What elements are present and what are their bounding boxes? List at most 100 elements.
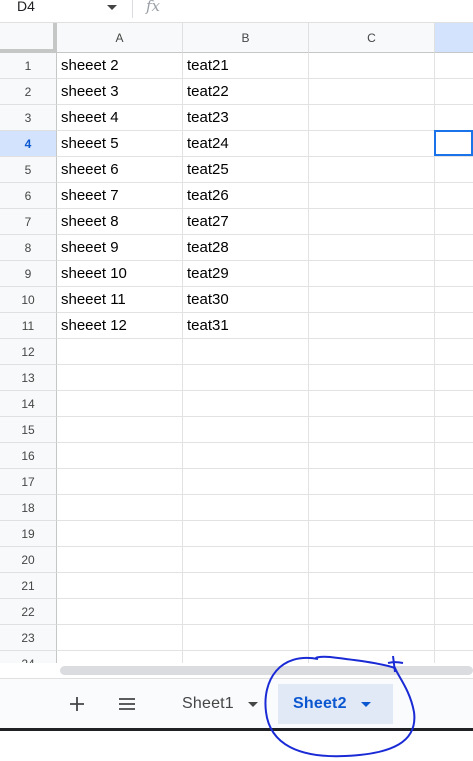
grid-cell[interactable] [183, 391, 309, 417]
grid-cell[interactable] [435, 521, 473, 547]
chevron-down-icon[interactable] [360, 701, 371, 707]
row-header[interactable]: 6 [0, 183, 57, 209]
grid-cell[interactable] [183, 469, 309, 495]
grid-cell[interactable] [435, 235, 473, 261]
grid-cell[interactable]: sheeet 5 [57, 131, 183, 157]
grid-cell[interactable] [309, 261, 435, 287]
grid-cell[interactable] [309, 131, 435, 157]
grid-cell[interactable] [435, 313, 473, 339]
active-cell-selection[interactable] [434, 130, 473, 156]
row-header[interactable]: 11 [0, 313, 57, 339]
grid-cell[interactable] [435, 443, 473, 469]
grid-cell[interactable]: teat23 [183, 105, 309, 131]
grid-cell[interactable]: teat28 [183, 235, 309, 261]
grid-cell[interactable] [309, 521, 435, 547]
grid-cell[interactable] [57, 417, 183, 443]
row-header[interactable]: 7 [0, 209, 57, 235]
grid-cell[interactable] [309, 391, 435, 417]
grid-cell[interactable] [183, 573, 309, 599]
grid-cell[interactable] [309, 339, 435, 365]
grid-cell[interactable]: teat26 [183, 183, 309, 209]
grid-cell[interactable]: teat30 [183, 287, 309, 313]
grid-cell[interactable] [435, 157, 473, 183]
grid-cell[interactable]: teat25 [183, 157, 309, 183]
grid-cell[interactable]: teat31 [183, 313, 309, 339]
grid-cell[interactable]: sheeet 6 [57, 157, 183, 183]
grid-cell[interactable] [435, 79, 473, 105]
grid-cell[interactable] [435, 573, 473, 599]
row-header[interactable]: 3 [0, 105, 57, 131]
select-all-corner[interactable] [0, 23, 57, 53]
grid-cell[interactable]: sheeet 12 [57, 313, 183, 339]
grid-cell[interactable] [183, 625, 309, 651]
grid-cell[interactable] [183, 365, 309, 391]
row-header[interactable]: 23 [0, 625, 57, 651]
grid-cell[interactable]: sheeet 8 [57, 209, 183, 235]
row-header[interactable]: 5 [0, 157, 57, 183]
row-header[interactable]: 20 [0, 547, 57, 573]
grid-cell[interactable] [435, 339, 473, 365]
tab-sheet2[interactable]: Sheet2 [278, 684, 393, 724]
grid-cell[interactable]: teat27 [183, 209, 309, 235]
grid-cell[interactable]: teat24 [183, 131, 309, 157]
column-header-b[interactable]: B [183, 23, 309, 53]
all-sheets-button[interactable] [114, 687, 140, 721]
grid-cell[interactable] [435, 417, 473, 443]
grid-cell[interactable] [309, 547, 435, 573]
grid-cell[interactable] [309, 599, 435, 625]
row-header[interactable]: 10 [0, 287, 57, 313]
grid-cell[interactable] [309, 417, 435, 443]
grid-cell[interactable] [57, 521, 183, 547]
grid-cell[interactable] [435, 599, 473, 625]
grid-cell[interactable] [57, 495, 183, 521]
grid-cell[interactable] [309, 287, 435, 313]
grid-cell[interactable] [183, 521, 309, 547]
grid-cell[interactable] [309, 443, 435, 469]
grid-cell[interactable]: sheeet 9 [57, 235, 183, 261]
grid-cell[interactable] [309, 625, 435, 651]
row-header[interactable]: 2 [0, 79, 57, 105]
grid-cell[interactable] [57, 391, 183, 417]
grid-cell[interactable] [309, 313, 435, 339]
row-header[interactable]: 8 [0, 235, 57, 261]
grid-cell[interactable]: teat22 [183, 79, 309, 105]
row-header[interactable]: 13 [0, 365, 57, 391]
grid-cell[interactable] [309, 157, 435, 183]
grid-cell[interactable]: sheeet 3 [57, 79, 183, 105]
grid-cell[interactable] [309, 105, 435, 131]
row-header[interactable]: 15 [0, 417, 57, 443]
add-sheet-button[interactable] [64, 687, 90, 721]
grid-cell[interactable] [183, 417, 309, 443]
grid-cell[interactable]: sheeet 4 [57, 105, 183, 131]
grid-cell[interactable] [57, 625, 183, 651]
grid-cell[interactable]: teat29 [183, 261, 309, 287]
grid-cell[interactable] [309, 235, 435, 261]
grid-cell[interactable] [309, 209, 435, 235]
grid-cell[interactable] [435, 365, 473, 391]
grid-cell[interactable] [57, 651, 183, 663]
grid-cell[interactable] [435, 261, 473, 287]
column-header-d[interactable] [435, 23, 473, 53]
grid-cell[interactable] [57, 573, 183, 599]
grid-cell[interactable] [435, 287, 473, 313]
row-header[interactable]: 18 [0, 495, 57, 521]
grid-cell[interactable] [435, 495, 473, 521]
grid-cell[interactable] [309, 495, 435, 521]
grid-cell[interactable] [183, 547, 309, 573]
grid-cell[interactable] [57, 339, 183, 365]
grid-cell[interactable] [183, 599, 309, 625]
row-header[interactable]: 14 [0, 391, 57, 417]
chevron-down-icon[interactable] [107, 5, 117, 10]
grid-cell[interactable]: teat21 [183, 53, 309, 79]
grid-cell[interactable] [435, 469, 473, 495]
grid-cell[interactable] [435, 183, 473, 209]
grid-cell[interactable] [57, 547, 183, 573]
grid-cell[interactable] [435, 547, 473, 573]
grid-cell[interactable] [57, 365, 183, 391]
column-header-a[interactable]: A [57, 23, 183, 53]
grid-cell[interactable] [183, 339, 309, 365]
horizontal-scrollbar[interactable] [0, 663, 473, 677]
grid-cell[interactable] [309, 183, 435, 209]
row-header[interactable]: 9 [0, 261, 57, 287]
grid-cell[interactable]: sheeet 11 [57, 287, 183, 313]
